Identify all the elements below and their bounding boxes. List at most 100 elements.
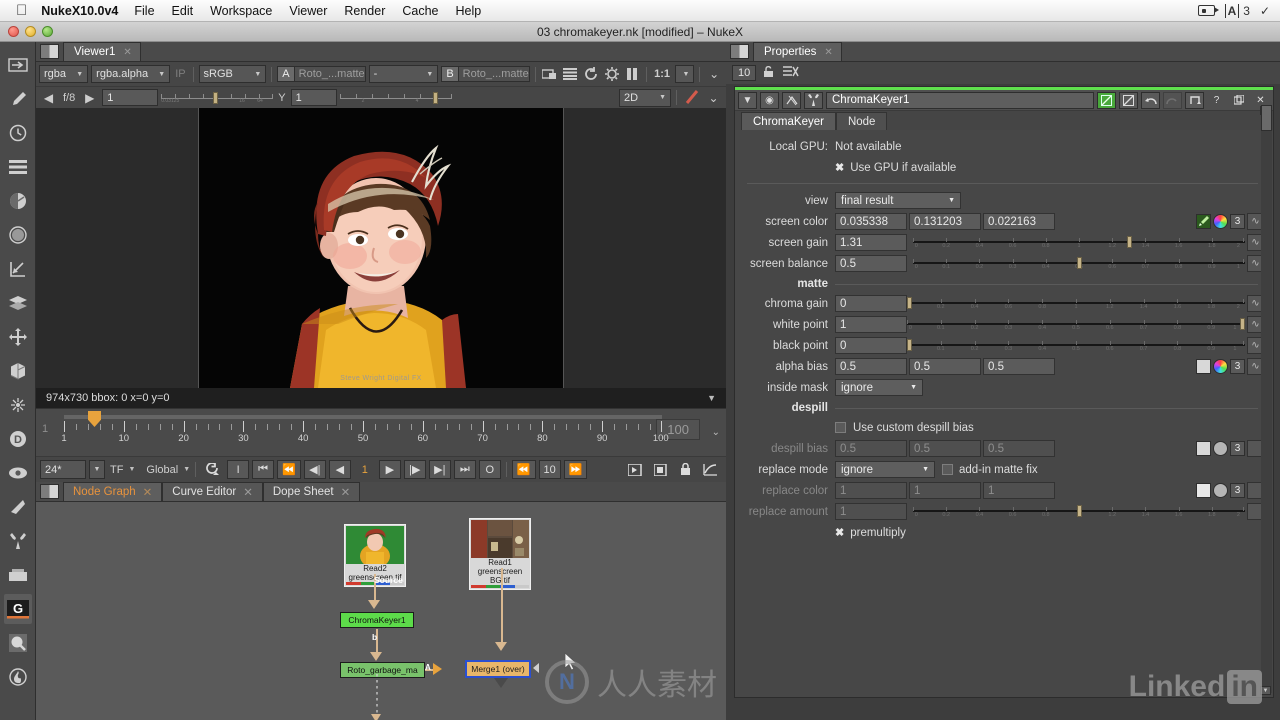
screen-balance-field[interactable]: 0.5 <box>835 255 907 272</box>
app-name-label[interactable]: NukeX10.0v4 <box>41 4 118 18</box>
roi-icon[interactable] <box>561 65 579 83</box>
channel-toolbar-icon[interactable] <box>4 152 32 182</box>
viewer-canvas[interactable]: 974,730 <box>36 108 726 388</box>
gain-slider[interactable]: 0.0312511664 <box>161 91 274 104</box>
pipe-read1-merge[interactable] <box>501 568 503 648</box>
knob-alpha-bias[interactable]: alpha bias 0.5 0.5 0.5 3 ∿ <box>735 357 1264 376</box>
3d-toolbar-icon[interactable] <box>4 356 32 386</box>
tab-properties[interactable]: Properties ✕ <box>753 42 842 61</box>
screen-color-channel-count[interactable]: 3 <box>1230 214 1245 229</box>
close-icon[interactable]: ✕ <box>824 47 832 58</box>
merge-toolbar-icon[interactable] <box>4 288 32 318</box>
insert-key-button[interactable]: I <box>227 460 250 479</box>
tab-node[interactable]: Node <box>835 112 888 130</box>
knob-chroma-gain[interactable]: chroma gain 0 00.20.40.6 0.811.21.4 1.61… <box>735 294 1264 313</box>
gain-prev-icon[interactable]: ◀ <box>39 89 58 107</box>
tab-chromakeyer[interactable]: ChromaKeyer <box>741 112 836 130</box>
timeline-ruler[interactable]: 1 10 20 30 40 50 60 70 80 90 100 <box>61 421 669 451</box>
proxy-icon[interactable] <box>541 65 559 83</box>
step-forward-button[interactable]: ⏩ <box>563 460 588 479</box>
chroma-gain-slider[interactable]: 00.20.40.6 0.811.21.4 1.61.82 <box>907 295 1245 312</box>
properties-scrollbar[interactable] <box>1261 105 1272 693</box>
timeline-chevron-icon[interactable]: ⌄ <box>712 427 720 438</box>
input-source-icon[interactable]: A 3 <box>1224 3 1250 18</box>
channels-dropdown[interactable]: rgba ▼ <box>39 65 89 83</box>
status-chevron-icon[interactable]: ▼ <box>707 393 716 403</box>
next-keyframe-button[interactable]: ▶| <box>428 460 451 479</box>
knob-screen-balance[interactable]: screen balance 0.5 00.10.20.3 0.40.50.60… <box>735 254 1264 273</box>
expand-chevron-icon[interactable]: ⌄ <box>704 89 723 107</box>
apple-logo-icon[interactable]:  <box>16 3 27 18</box>
alpha-bias-swatch[interactable] <box>1196 359 1211 374</box>
menu-cache[interactable]: Cache <box>402 4 438 18</box>
menu-edit[interactable]: Edit <box>172 4 194 18</box>
tab-dope-sheet[interactable]: Dope Sheet ✕ <box>262 482 361 501</box>
input-b-selector[interactable]: B Roto_...matte <box>441 65 530 83</box>
close-icon[interactable]: ✕ <box>243 485 253 499</box>
use-gpu-checkbox[interactable]: ✖ <box>835 161 844 174</box>
addin-matte-fix-checkbox[interactable] <box>942 464 953 475</box>
eyedropper-icon[interactable] <box>1196 214 1211 229</box>
range-mode-caret-icon[interactable]: ▼ <box>183 466 190 473</box>
timeline-start-frame[interactable]: 1 <box>42 423 48 435</box>
screen-gain-slider[interactable]: 0 0.2 0.4 0.6 0.8 1 1.2 1.4 1.6 1.8 2 <box>913 234 1245 251</box>
first-frame-button[interactable]: ⏮ <box>252 460 275 479</box>
enable-node-icon[interactable] <box>1097 91 1116 109</box>
screen-color-r[interactable]: 0.035338 <box>835 213 907 230</box>
node-chromakeyer1[interactable]: ChromaKeyer1 <box>340 612 414 628</box>
premultiply-checkbox[interactable]: ✖ <box>835 526 844 539</box>
inside-mask-dropdown[interactable]: ignore ▼ <box>835 379 923 396</box>
knob-screen-gain[interactable]: screen gain 1.31 0 0.2 0.4 0.6 0.8 1 1.2 1.4 1… <box>735 233 1264 252</box>
timeline-track[interactable] <box>64 415 662 419</box>
checkmark-icon[interactable]: ✓ <box>1260 4 1270 18</box>
tab-node-graph[interactable]: Node Graph ✕ <box>63 482 163 501</box>
flipbook-icon[interactable] <box>624 460 646 479</box>
gain-input[interactable]: 1 <box>102 89 159 106</box>
alpha-bias-b[interactable]: 0.5 <box>983 358 1055 375</box>
views-toolbar-icon[interactable] <box>4 458 32 488</box>
prev-frame-button[interactable]: ◀| <box>303 460 326 479</box>
collapse-icon[interactable]: ▼ <box>738 91 757 109</box>
tab-viewer1[interactable]: Viewer1 ✕ <box>63 42 141 61</box>
alpha-bias-g[interactable]: 0.5 <box>909 358 981 375</box>
zoom-level[interactable]: 1:1 <box>652 68 672 80</box>
current-frame-field[interactable]: 1 <box>354 460 376 479</box>
close-icon[interactable]: ✕ <box>341 485 351 499</box>
redo-icon[interactable] <box>1163 91 1182 109</box>
knob-screen-color[interactable]: screen color 0.035338 0.131203 0.022163 … <box>735 212 1264 231</box>
loop-mode-icon[interactable] <box>201 460 224 479</box>
menu-help[interactable]: Help <box>456 4 482 18</box>
lock-range-icon[interactable] <box>674 460 696 479</box>
knob-replace-mode[interactable]: replace mode ignore ▼ add-in matte fix <box>735 460 1264 479</box>
curve-icon[interactable] <box>699 460 722 479</box>
tab-curve-editor[interactable]: Curve Editor ✕ <box>162 482 263 501</box>
pane-grip-icon[interactable] <box>40 44 59 59</box>
knob-premultiply[interactable]: ✖ premultiply <box>735 523 1264 542</box>
knob-inside-mask[interactable]: inside mask ignore ▼ <box>735 378 1264 397</box>
close-all-properties-icon[interactable] <box>783 65 799 81</box>
viewer-image[interactable]: Steve Wright Digital FX <box>198 108 564 388</box>
alpha-bias-r[interactable]: 0.5 <box>835 358 907 375</box>
play-backward-button[interactable]: ◀ <box>328 460 351 479</box>
knob-custom-despill[interactable]: Use custom despill bias <box>735 418 1264 437</box>
frame-increment-field[interactable]: 10 <box>538 460 561 479</box>
disable-node-icon[interactable] <box>1119 91 1138 109</box>
range-mode-label[interactable]: Global <box>144 464 180 476</box>
clipwarning-icon[interactable] <box>603 65 621 83</box>
timeline[interactable]: 1 100 1 10 20 30 40 50 60 70 80 90 100 ⌄ <box>36 408 726 456</box>
stop-button[interactable]: O <box>478 460 501 479</box>
gamma-slider[interactable]: 24 <box>339 91 452 104</box>
transform-toolbar-icon[interactable] <box>4 322 32 352</box>
ocula-toolbar-icon[interactable] <box>4 628 32 658</box>
node-name-field[interactable]: ChromaKeyer1 <box>826 91 1094 109</box>
wipe-icon[interactable] <box>682 89 701 107</box>
particles-toolbar-icon[interactable] <box>4 390 32 420</box>
pane-grip-icon[interactable] <box>40 484 59 499</box>
node-settings-icon[interactable] <box>804 91 823 109</box>
zoom-dropdown[interactable]: ▼ <box>675 65 695 83</box>
menu-viewer[interactable]: Viewer <box>289 4 327 18</box>
screen-gain-field[interactable]: 1.31 <box>835 234 907 251</box>
view-dropdown[interactable]: final result ▼ <box>835 192 961 209</box>
knob-black-point[interactable]: black point 0 00.10.20.3 0.40.50.60.7 0.… <box>735 336 1264 355</box>
knob-view[interactable]: view final result ▼ <box>735 191 1264 210</box>
